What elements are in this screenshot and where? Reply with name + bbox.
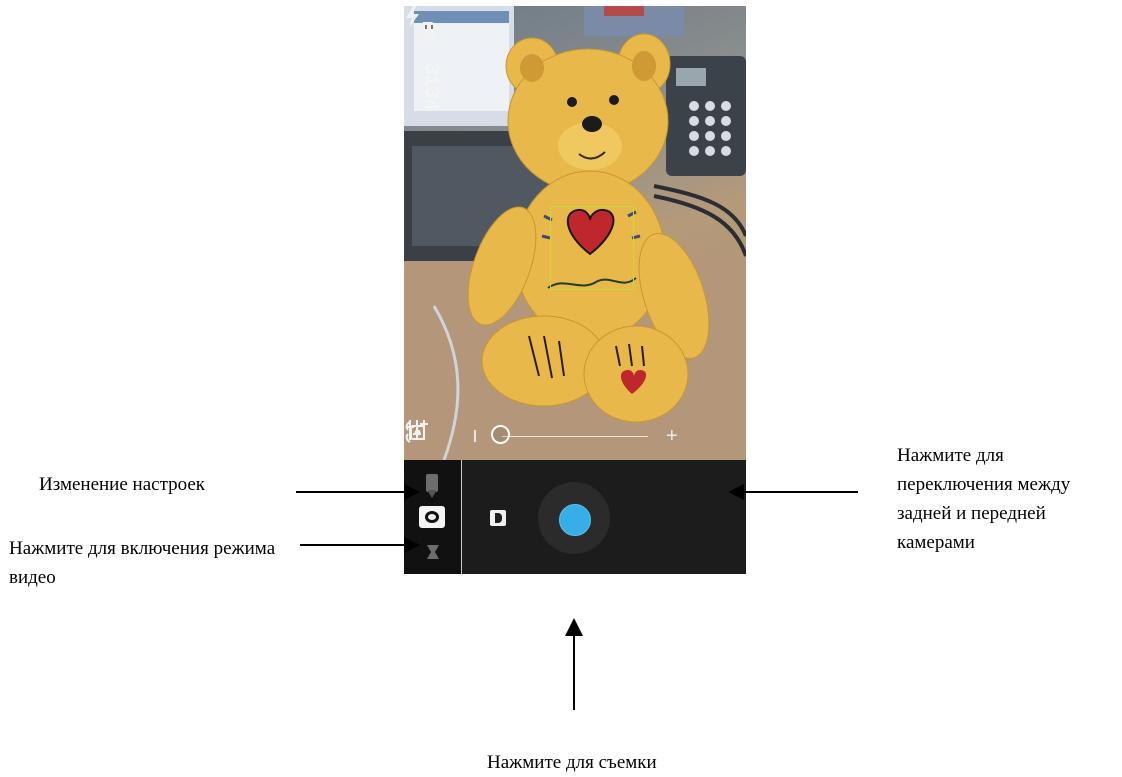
gallery-thumbnail-icon[interactable] [490,510,506,526]
shutter-button[interactable] [559,504,591,536]
switch-camera-icon[interactable] [404,418,426,446]
mode-switcher[interactable] [404,460,461,574]
zoom-row: + [404,418,746,454]
camera-screen: 3134 + [404,6,746,574]
zoom-slider-handle[interactable] [491,425,510,444]
settings-arrow-line [296,491,408,493]
switch-camera-arrow-line [742,491,858,493]
video-icon[interactable] [426,544,440,560]
shutter-annotation: Нажмите для съемки [487,752,657,773]
switch-camera-annotation: Нажмите для переключения между задней и … [897,445,1071,553]
settings-annotation: Изменение настроек [39,474,205,495]
zoom-slider[interactable] [502,436,648,437]
panorama-icon[interactable] [426,474,438,492]
shutter-arrow-line [573,634,575,710]
video-annotation: Нажмите для включения режима видео [9,538,276,588]
video-arrow-line [300,544,408,546]
zoom-in-icon[interactable]: + [666,424,678,448]
focus-frame [550,206,634,290]
remaining-shots-count: 3134 [420,63,443,112]
zoom-out-icon[interactable] [474,430,476,442]
video-arrow-head [404,537,420,553]
sd-card-icon [422,22,436,39]
settings-arrow-head [404,484,420,500]
camera-icon[interactable] [419,506,445,528]
flash-auto-icon[interactable] [404,6,422,28]
camera-control-bar [404,460,746,574]
divider [461,460,462,574]
viewfinder[interactable]: 3134 + [404,6,746,460]
